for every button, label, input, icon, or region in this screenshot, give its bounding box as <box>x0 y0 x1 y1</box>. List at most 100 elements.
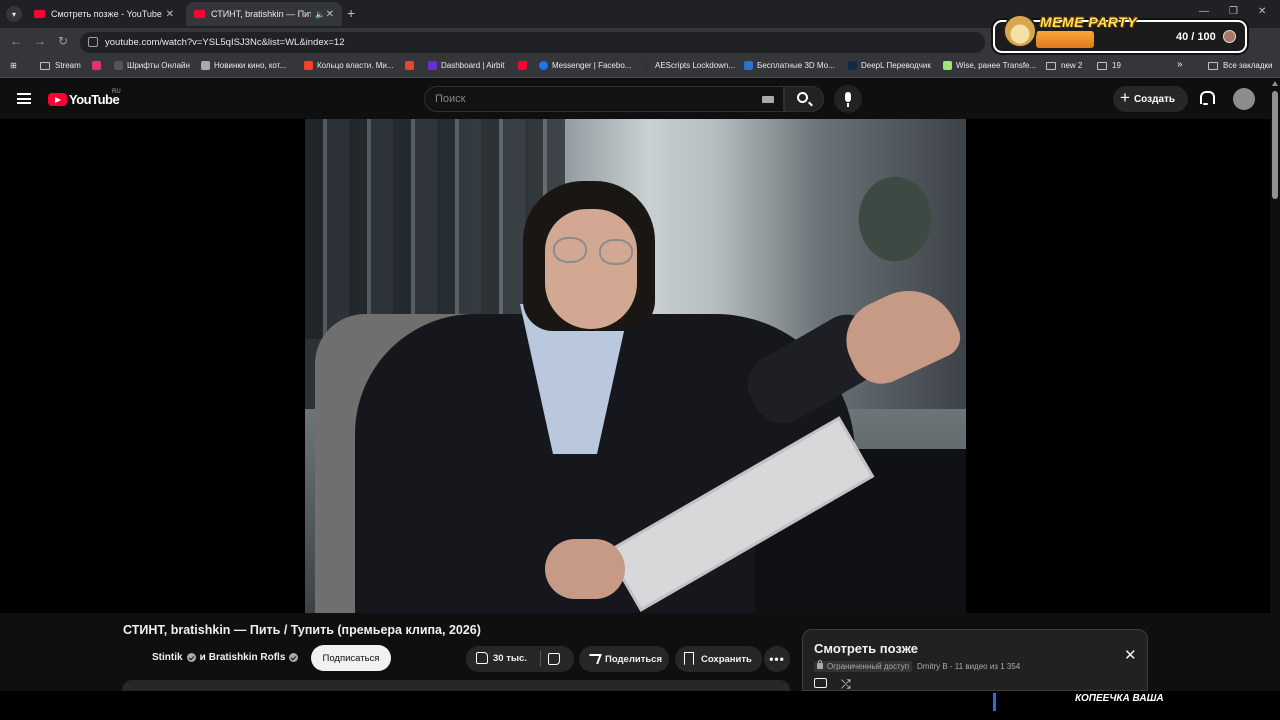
thumbs-down-icon[interactable] <box>548 653 560 665</box>
address-bar[interactable]: youtube.com/watch?v=YSL5qISJ3Nc&list=WL&… <box>80 32 985 53</box>
restore-button[interactable]: ❐ <box>1229 6 1238 17</box>
channel-name[interactable]: Bratishkin Rofls <box>209 652 286 663</box>
deepl-icon <box>848 61 857 70</box>
tab-close-icon[interactable]: ✕ <box>166 9 174 20</box>
site-info-icon[interactable] <box>88 37 98 47</box>
bookmark-item[interactable]: Wise, ранее Transfe... <box>943 61 1036 70</box>
folder-icon <box>40 61 50 70</box>
more-bookmarks-icon[interactable]: » <box>1177 59 1183 70</box>
channel-row: Stintik и Bratishkin Rofls <box>152 652 302 663</box>
bookmark-item[interactable]: new 2 <box>1046 61 1082 70</box>
like-count[interactable]: 30 тыс. <box>493 653 527 664</box>
voice-search-button[interactable] <box>834 85 862 113</box>
save-label: Сохранить <box>701 653 752 665</box>
share-icon <box>586 654 602 664</box>
share-label: Поделиться <box>605 653 663 665</box>
scrollbar-thumb[interactable] <box>1272 91 1278 199</box>
kinopoisk-icon <box>304 61 313 70</box>
video-frame[interactable] <box>305 119 966 613</box>
keyboard-icon[interactable] <box>762 96 774 103</box>
youtube-icon <box>518 61 527 70</box>
lm-icon <box>92 61 101 70</box>
bookmark-item[interactable]: Dashboard | Airbit <box>428 61 504 70</box>
3d-icon <box>744 61 753 70</box>
bookmark-item[interactable]: AEScripts Lockdown... <box>642 61 735 70</box>
glasses-lens-left <box>553 237 587 263</box>
person-face <box>545 209 637 329</box>
privacy-badge: Ограниченный доступ <box>814 660 913 672</box>
close-window-button[interactable]: ✕ <box>1258 6 1266 17</box>
avatar[interactable] <box>1233 88 1255 110</box>
close-icon[interactable]: ✕ <box>1124 646 1137 664</box>
minimize-button[interactable]: — <box>1199 6 1209 17</box>
tab-search-button[interactable]: ▾ <box>6 6 22 22</box>
scroll-up-icon[interactable] <box>1272 81 1278 86</box>
reload-icon[interactable]: ↻ <box>58 34 68 48</box>
thumbs-up-icon[interactable] <box>476 652 488 664</box>
youtube-favicon-icon <box>194 10 205 18</box>
youtube-favicon-icon <box>34 10 45 18</box>
bookmark-item[interactable] <box>405 61 418 70</box>
glasses-lens-right <box>599 239 633 265</box>
playlist-panel: Смотреть позже Ограниченный доступ Dmitr… <box>802 629 1148 691</box>
like-dislike-group: 30 тыс. <box>466 646 574 672</box>
tab-close-icon[interactable]: ✕ <box>326 9 334 20</box>
tab-title: СТИНТ, bratishkin — Пить / <box>211 9 311 19</box>
folder-icon <box>1046 61 1056 70</box>
share-button[interactable]: Поделиться <box>579 646 669 672</box>
tab-watch-later[interactable]: Смотреть позже - YouTube ✕ <box>26 2 182 26</box>
url-text: youtube.com/watch?v=YSL5qISJ3Nc&list=WL&… <box>105 37 345 48</box>
bookmark-item[interactable]: Новинки кино, кот... <box>201 61 286 70</box>
video-title: СТИНТ, bratishkin — Пить / Тупить (премь… <box>123 623 481 637</box>
search-button[interactable] <box>784 86 824 112</box>
plus-icon: + <box>1120 88 1130 107</box>
bookmark-item[interactable]: Кольцо власти. Ми... <box>304 61 394 70</box>
tab-title: Смотреть позже - YouTube <box>51 9 162 19</box>
shuffle-icon[interactable]: ⤮ <box>841 677 851 692</box>
search-input[interactable]: Поиск <box>424 86 784 112</box>
tab-current-video[interactable]: СТИНТ, bratishkin — Пить / 🔈 ✕ <box>186 2 342 26</box>
apps-icon[interactable]: ⊞ <box>10 61 17 70</box>
bookmark-item[interactable]: Messenger | Facebo... <box>539 61 631 70</box>
aescripts-icon <box>642 61 651 70</box>
wise-icon <box>943 61 952 70</box>
bookmark-item[interactable]: 19 <box>1097 61 1121 70</box>
description-box[interactable] <box>122 680 790 691</box>
loop-icon[interactable] <box>814 678 827 688</box>
create-label: Создать <box>1133 93 1176 105</box>
bookmark-item[interactable] <box>92 61 105 70</box>
like-divider <box>540 651 541 667</box>
playlist-info: Dmitry B - 11 видео из 1 354 <box>917 662 1021 671</box>
forward-icon[interactable]: → <box>34 34 46 48</box>
meme-progress-bar <box>1036 31 1094 48</box>
airbit-icon <box>428 61 437 70</box>
channel-name[interactable]: Stintik <box>152 652 183 663</box>
audio-playing-icon[interactable]: 🔈 <box>315 10 325 19</box>
verified-icon <box>289 653 299 662</box>
channel-joiner: и <box>199 652 206 663</box>
playlist-meta: Ограниченный доступ Dmitry B - 11 видео … <box>814 660 1021 672</box>
save-button[interactable]: Сохранить <box>675 646 762 672</box>
bookmark-item[interactable]: Шрифты Онлайн <box>114 61 190 70</box>
playlist-title[interactable]: Смотреть позже <box>814 641 918 656</box>
lock-icon <box>817 660 823 669</box>
film-icon <box>201 61 210 70</box>
region-code: RU <box>112 89 121 95</box>
menu-icon[interactable] <box>17 93 31 104</box>
bell-icon[interactable] <box>1199 91 1215 105</box>
bookmark-item[interactable] <box>518 61 531 70</box>
search-placeholder: Поиск <box>435 93 466 105</box>
new-tab-button[interactable]: + <box>347 5 355 21</box>
page-scrollbar[interactable] <box>1270 79 1280 691</box>
stream-overlay-text: КОПЕЕЧКА ВАША <box>1075 693 1164 704</box>
more-actions-button[interactable]: ••• <box>764 646 790 672</box>
all-bookmarks-button[interactable]: Все закладки <box>1208 61 1272 70</box>
verified-icon <box>186 653 196 662</box>
bookmark-item[interactable]: Stream <box>40 61 81 70</box>
bookmark-item[interactable]: DeepL Переводчик <box>848 61 931 70</box>
subscribe-button[interactable]: Подписаться <box>311 645 391 671</box>
bookmark-item[interactable]: Бесплатные 3D Мо... <box>744 61 835 70</box>
back-icon[interactable]: ← <box>10 34 22 48</box>
youtube-logo[interactable]: YouTube RU <box>48 89 121 107</box>
create-button[interactable]: + Создать <box>1113 86 1188 112</box>
